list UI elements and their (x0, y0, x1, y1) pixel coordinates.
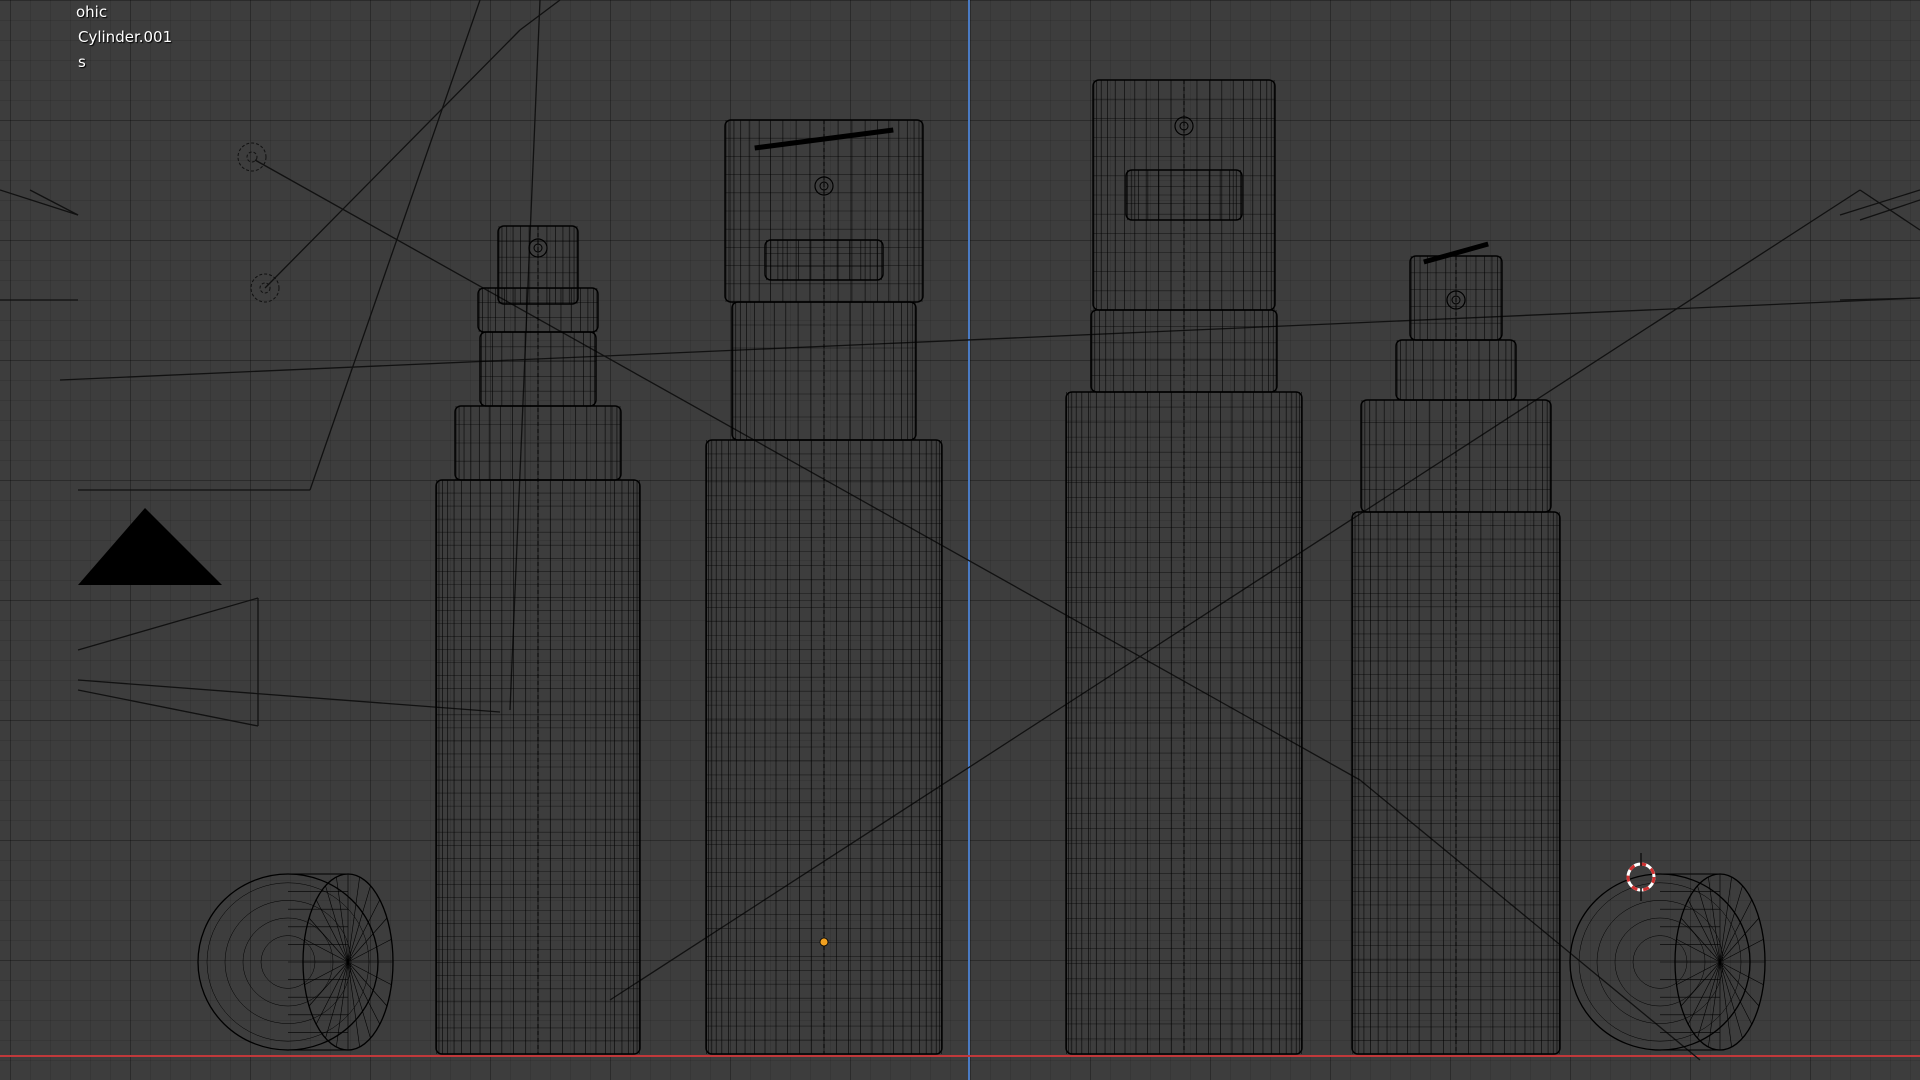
viewport-info-overlay: ohic Cylinder.001 s (76, 0, 173, 75)
bottle-4[interactable] (1351, 241, 1561, 1055)
view-mode-label: ohic (76, 3, 108, 21)
viewport-left-edge (0, 0, 78, 1080)
bottle-1[interactable] (435, 225, 641, 1055)
wireframe-scene[interactable] (0, 0, 1920, 1080)
light-empty-icon[interactable] (237, 142, 280, 303)
bottle-3[interactable] (1065, 79, 1303, 1055)
camera-icon[interactable] (78, 508, 222, 585)
guide-lines (0, 0, 1920, 1061)
active-object-name: Cylinder.001 (78, 28, 173, 46)
cap-lying-right[interactable] (1569, 873, 1766, 1051)
object-origin-icon (819, 937, 829, 947)
cap-lying-left[interactable] (197, 873, 394, 1051)
overlay-third-line: s (78, 53, 86, 71)
bottle-2[interactable] (705, 119, 943, 1055)
3d-viewport[interactable]: ohic Cylinder.001 s (0, 0, 1920, 1080)
3d-cursor-icon[interactable] (1626, 853, 1656, 901)
